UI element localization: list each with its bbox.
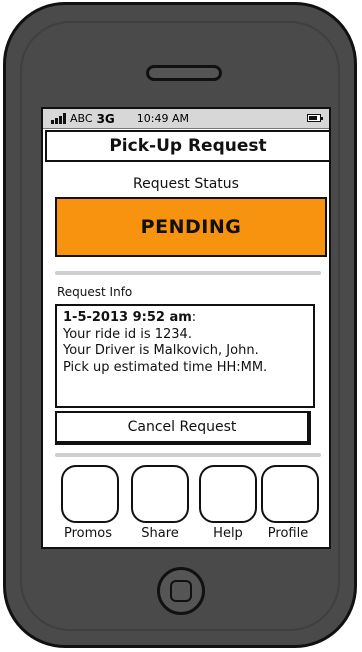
request-status-label: Request Status [133,176,239,192]
divider [55,453,321,457]
pickup-time-line: Pick up estimated time HH:MM. [63,359,268,375]
signal-bars-icon [51,113,66,124]
home-button[interactable] [157,567,205,615]
request-date-suffix: : [191,310,197,325]
tab-share[interactable]: Share [125,526,195,541]
tab-help-icon[interactable] [199,465,257,523]
request-date-time: 1-5-2013 9:52 am [63,310,192,325]
status-bar: ABC 3G 10:49 AM [43,109,329,129]
request-info-label: Request Info [57,285,133,299]
carrier-name: ABC [70,112,93,125]
request-date-line: 1-5-2013 9:52 am: [63,310,307,327]
tab-promos-icon[interactable] [61,465,119,523]
home-square-icon [170,580,192,602]
page-title: Pick-Up Request [45,130,329,162]
ride-id-line: Your ride id is 1234. [63,326,192,342]
divider [55,271,321,275]
status-time: 10:49 AM [136,112,189,125]
cancel-request-button[interactable]: Cancel Request [55,411,311,445]
battery-icon [307,114,323,122]
network-type: 3G [96,111,115,126]
tab-promos[interactable]: Promos [53,526,123,541]
phone-screen: ABC 3G 10:49 AM Pick-Up Request Request … [41,107,331,549]
tab-share-icon[interactable] [131,465,189,523]
request-info-box: 1-5-2013 9:52 am: Your ride id is 1234. … [55,304,315,408]
tab-profile-icon[interactable] [261,465,319,523]
driver-line: Your Driver is Malkovich, John. [63,343,259,358]
status-badge: PENDING [55,197,327,257]
speaker-icon [146,65,222,81]
tab-profile[interactable]: Profile [253,526,323,541]
